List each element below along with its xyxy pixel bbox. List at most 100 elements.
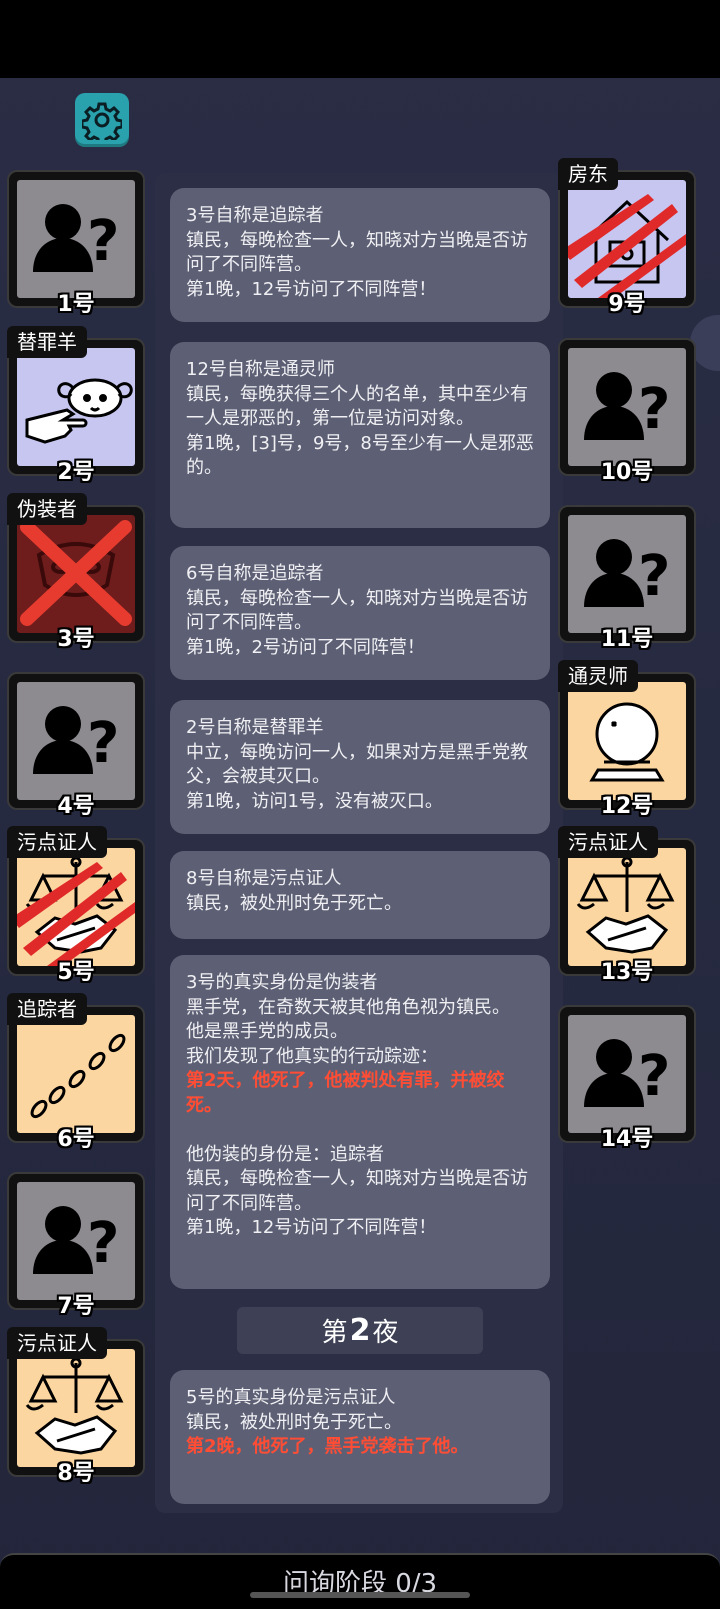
log-line: 镇民，被处刑时免于死亡。 bbox=[186, 1411, 402, 1433]
eliminated-cross-mark bbox=[20, 520, 132, 626]
log-line: 镇民，每晚获得三个人的名单，其中至少有一人是邪恶的，第一位是访问对象。 bbox=[186, 383, 528, 430]
log-line: 第1晚，12号访问了不同阵营！ bbox=[186, 1217, 437, 1238]
log-line: 镇民，每晚检查一人，知晓对方当晚是否访问了不同阵营。 bbox=[186, 229, 528, 276]
log-line: 镇民，每晚检查一人，知晓对方当晚是否访问了不同阵营。 bbox=[186, 587, 528, 634]
player-number: 3号 bbox=[57, 627, 95, 652]
player-slot[interactable]: 3号 伪装者 bbox=[7, 493, 145, 652]
claw-attack-mark bbox=[568, 194, 686, 298]
claw-attack-mark bbox=[17, 862, 135, 966]
player-role-tag: 通灵师 bbox=[558, 660, 638, 692]
gear-icon bbox=[82, 102, 122, 140]
player-number: 4号 bbox=[57, 794, 95, 819]
player-role-tag: 追踪者 bbox=[7, 993, 87, 1025]
player-number: 12号 bbox=[600, 794, 654, 819]
player-slot[interactable]: 12号 通灵师 bbox=[558, 660, 696, 819]
player-number: 9号 bbox=[608, 292, 646, 317]
player-number: 1号 bbox=[57, 292, 95, 317]
log-line: 5号的真实身份是污点证人 bbox=[186, 1387, 396, 1408]
log-line: 我们发现了他真实的行动踪迹： bbox=[186, 1045, 438, 1067]
log-line: 黑手党，在奇数天被其他角色视为镇民。 bbox=[186, 996, 510, 1018]
log-line: 第1晚，访问1号，没有被灭口。 bbox=[186, 790, 443, 812]
log-line: 12号自称是通灵师 bbox=[186, 359, 335, 380]
log-line: 镇民，被处刑时免于死亡。 bbox=[186, 892, 402, 914]
unknown-person-icon: ? bbox=[568, 348, 686, 466]
log-entry: 6号自称是追踪者镇民，每晚检查一人，知晓对方当晚是否访问了不同阵营。 第1晚，2号… bbox=[170, 546, 550, 680]
player-slot[interactable]: 5号 污点证人 bbox=[7, 826, 145, 985]
player-number: 5号 bbox=[57, 960, 95, 985]
log-line: 第1晚，[3]号，9号，8号至少有一人是邪恶的。 bbox=[186, 432, 534, 479]
log-line: 第1晚，12号访问了不同阵营！ bbox=[186, 278, 437, 300]
log-line: 中立，每晚访问一人，如果对方是黑手党教父，会被其灭口。 bbox=[186, 741, 528, 788]
log-event-highlight: 第2晚，他死了，黑手党袭击了他。 bbox=[186, 1436, 469, 1457]
svg-text:?: ? bbox=[87, 711, 119, 776]
player-slot[interactable]: 6号 追踪者 bbox=[7, 993, 145, 1152]
night-divider: 第2夜 bbox=[237, 1307, 483, 1354]
log-line: 第1晚，2号访问了不同阵营！ bbox=[186, 636, 425, 658]
player-number: 13号 bbox=[600, 960, 654, 985]
crystal-ball-icon bbox=[568, 682, 686, 800]
log-line: 2号自称是替罪羊 bbox=[186, 717, 324, 738]
sheep-icon bbox=[17, 348, 135, 466]
player-number: 2号 bbox=[57, 460, 95, 485]
unknown-person-icon: ? bbox=[568, 1015, 686, 1133]
player-slot[interactable]: ? 7号 bbox=[7, 1172, 145, 1319]
player-slot[interactable]: 8号 污点证人 bbox=[7, 1327, 145, 1486]
player-slot[interactable]: ? 10号 bbox=[558, 338, 696, 485]
status-bar bbox=[0, 0, 720, 78]
log-event-highlight: 第2天，他死了，他被判处有罪，并被绞死。 bbox=[186, 1070, 505, 1116]
player-number: 14号 bbox=[600, 1127, 654, 1152]
log-line: 8号自称是污点证人 bbox=[186, 868, 342, 889]
player-role-tag: 污点证人 bbox=[558, 826, 658, 858]
house-icon bbox=[568, 180, 686, 298]
scales-icon bbox=[17, 848, 135, 966]
svg-text:?: ? bbox=[638, 1044, 670, 1109]
night-suffix: 夜 bbox=[372, 1318, 399, 1348]
home-indicator bbox=[250, 1592, 470, 1598]
svg-text:?: ? bbox=[638, 377, 670, 442]
night-number: 2 bbox=[349, 1313, 371, 1348]
log-line: 他伪装的身份是：追踪者 bbox=[186, 1143, 384, 1165]
log-line: 他是黑手党的成员。 bbox=[186, 1021, 348, 1042]
player-role-tag: 污点证人 bbox=[7, 1327, 107, 1359]
player-role-tag: 伪装者 bbox=[7, 493, 87, 525]
player-number: 8号 bbox=[57, 1461, 95, 1486]
player-slot[interactable]: 9号 房东 bbox=[558, 158, 696, 317]
log-entry: 3号自称是追踪者镇民，每晚检查一人，知晓对方当晚是否访问了不同阵营。 第1晚，12… bbox=[170, 188, 550, 322]
scales-icon bbox=[568, 848, 686, 966]
night-prefix: 第 bbox=[321, 1318, 348, 1348]
unknown-person-icon: ? bbox=[17, 180, 135, 298]
log-line: 3号自称是追踪者 bbox=[186, 205, 324, 226]
unknown-person-icon: ? bbox=[17, 682, 135, 800]
player-slot[interactable]: ? 1号 bbox=[7, 170, 145, 317]
settings-button[interactable] bbox=[75, 93, 129, 147]
player-slot[interactable]: 2号 替罪羊 bbox=[7, 326, 145, 485]
player-slot[interactable]: 13号 污点证人 bbox=[558, 826, 696, 985]
svg-text:?: ? bbox=[87, 209, 119, 274]
log-line: 镇民，每晚检查一人，知晓对方当晚是否访问了不同阵营。 bbox=[186, 1168, 528, 1214]
player-number: 6号 bbox=[57, 1127, 95, 1152]
mask-icon bbox=[17, 515, 135, 633]
player-role-tag: 替罪羊 bbox=[7, 326, 87, 358]
player-number: 7号 bbox=[57, 1294, 95, 1319]
svg-text:?: ? bbox=[87, 1211, 119, 1276]
player-number: 10号 bbox=[600, 460, 654, 485]
log-entry: 3号的真实身份是伪装者黑手党，在奇数天被其他角色视为镇民。 他是黑手党的成员。我们… bbox=[170, 955, 550, 1289]
log-line: 6号自称是追踪者 bbox=[186, 563, 324, 584]
unknown-person-icon: ? bbox=[17, 1182, 135, 1300]
player-slot[interactable]: ? 4号 bbox=[7, 672, 145, 819]
footprints-icon bbox=[17, 1015, 135, 1133]
log-line: 3号的真实身份是伪装者 bbox=[186, 972, 378, 993]
log-entry: 12号自称是通灵师镇民，每晚获得三个人的名单，其中至少有一人是邪恶的，第一位是访… bbox=[170, 342, 550, 528]
svg-text:?: ? bbox=[638, 544, 670, 609]
log-entry: 8号自称是污点证人镇民，被处刑时免于死亡。 bbox=[170, 851, 550, 939]
player-slot[interactable]: ? 14号 bbox=[558, 1005, 696, 1152]
unknown-person-icon: ? bbox=[568, 515, 686, 633]
log-entry: 5号的真实身份是污点证人 镇民，被处刑时免于死亡。第2晚，他死了，黑手党袭击了他。 bbox=[170, 1370, 550, 1504]
player-number: 11号 bbox=[600, 627, 654, 652]
player-role-tag: 房东 bbox=[558, 158, 618, 190]
player-slot[interactable]: ? 11号 bbox=[558, 505, 696, 652]
scales-icon bbox=[17, 1349, 135, 1467]
player-role-tag: 污点证人 bbox=[7, 826, 107, 858]
log-entry: 2号自称是替罪羊中立，每晚访问一人，如果对方是黑手党教父，会被其灭口。 第1晚，访… bbox=[170, 700, 550, 834]
